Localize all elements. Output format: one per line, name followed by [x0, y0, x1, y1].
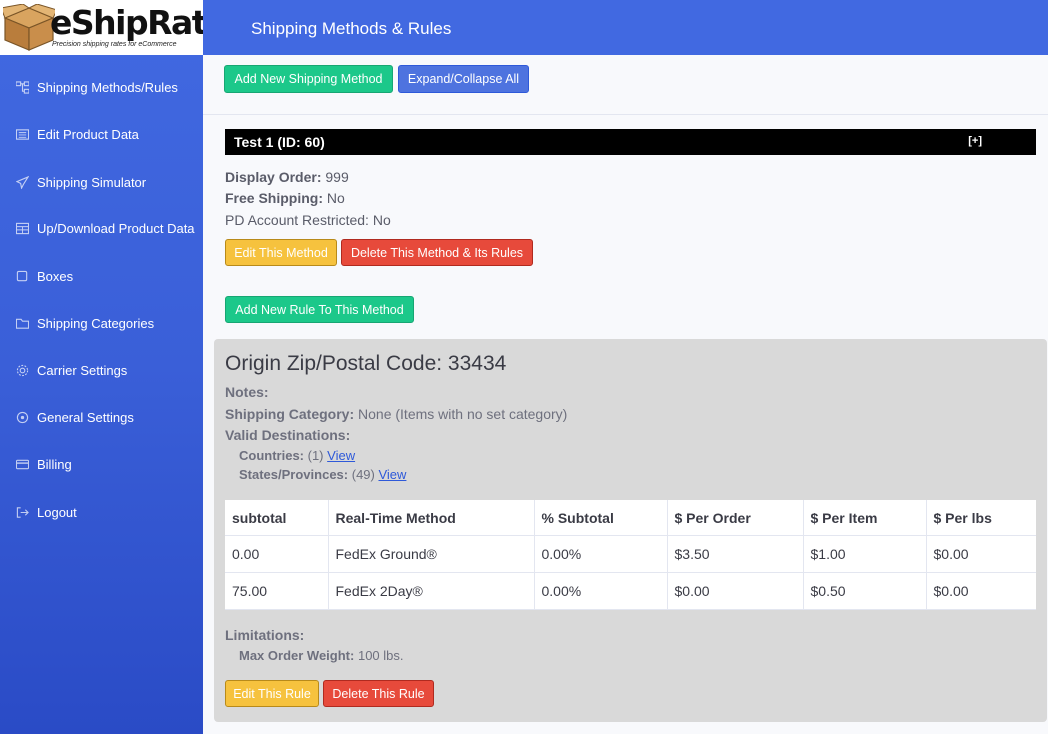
column-header: % Subtotal	[534, 500, 668, 536]
add-shipping-method-button[interactable]: Add New Shipping Method	[224, 65, 393, 93]
expand-toggle[interactable]: [+]	[968, 135, 982, 147]
table-header-row: subtotal Real-Time Method % Subtotal $ P…	[225, 500, 1036, 536]
add-rule-button[interactable]: Add New Rule To This Method	[225, 296, 414, 323]
origin-zip: Origin Zip/Postal Code: 33434	[225, 352, 507, 375]
sidebar-item-label: Logout	[37, 504, 77, 520]
column-header: subtotal	[225, 500, 329, 536]
max-weight-value: 100 lbs.	[357, 648, 404, 663]
table-cell: $0.00	[926, 572, 1036, 610]
table-icon	[15, 221, 29, 235]
list-icon	[15, 127, 29, 141]
gear-icon	[15, 363, 29, 377]
max-order-weight: Max Order Weight: 100 lbs.	[239, 648, 404, 663]
max-weight-label: Max Order Weight:	[239, 648, 355, 663]
valid-destinations-label: Valid Destinations:	[225, 427, 351, 443]
table-row: 75.00 FedEx 2Day® 0.00% $0.00 $0.50 $0.0…	[225, 572, 1036, 610]
edit-rule-button[interactable]: Edit This Rule	[225, 680, 319, 707]
sidebar-item-carrier-settings[interactable]: Carrier Settings	[0, 358, 203, 382]
sidebar-item-label: Edit Product Data	[37, 126, 139, 142]
shipping-category-label: Shipping Category:	[225, 406, 355, 422]
column-header: Real-Time Method	[328, 500, 535, 536]
expand-collapse-button[interactable]: Expand/Collapse All	[398, 65, 529, 93]
sidebar-item-edit-product-data[interactable]: Edit Product Data	[0, 122, 203, 146]
sidebar-item-shipping-categories[interactable]: Shipping Categories	[0, 311, 203, 335]
brand-tagline: Precision shipping rates for eCommerce	[52, 41, 177, 48]
pd-account-restricted: PD Account Restricted: No	[225, 212, 391, 228]
display-order-label: Display Order:	[225, 169, 322, 185]
states-label: States/Provinces:	[239, 467, 349, 482]
states-line: States/Provinces: (49) View	[239, 467, 406, 482]
sidebar-item-logout[interactable]: Logout	[0, 500, 203, 524]
table-cell: 0.00	[225, 535, 329, 573]
credit-card-icon	[15, 457, 29, 471]
sidebar-item-label: General Settings	[37, 409, 134, 425]
sidebar-item-boxes[interactable]: Boxes	[0, 264, 203, 288]
shipping-category-value: None (Items with no set category)	[358, 406, 568, 422]
states-view-link[interactable]: View	[378, 467, 406, 482]
table-row: 0.00 FedEx Ground® 0.00% $3.50 $1.00 $0.…	[225, 535, 1036, 573]
free-shipping-label: Free Shipping:	[225, 190, 323, 206]
countries-label: Countries:	[239, 448, 304, 463]
method-header[interactable]: Test 1 (ID: 60) [+]	[225, 129, 1036, 155]
notes-label-text: Notes:	[225, 384, 269, 400]
countries-view-link[interactable]: View	[327, 448, 355, 463]
rates-table: subtotal Real-Time Method % Subtotal $ P…	[225, 500, 1036, 610]
box-logo-icon	[3, 4, 55, 51]
free-shipping-value: No	[326, 190, 345, 206]
limitations: Limitations:	[225, 627, 304, 643]
sidebar-item-up-download[interactable]: Up/Download Product Data	[0, 216, 203, 240]
column-header: $ Per Order	[667, 500, 804, 536]
top-bar: Shipping Methods & Rules	[203, 0, 1048, 55]
square-icon	[15, 269, 29, 283]
page-title: Shipping Methods & Rules	[251, 19, 452, 38]
column-header: $ Per lbs	[926, 500, 1036, 536]
method-title: Test 1 (ID: 60)	[234, 134, 325, 150]
notes-label: Notes:	[225, 384, 269, 400]
free-shipping: Free Shipping: No	[225, 190, 345, 206]
valid-destinations: Valid Destinations:	[225, 427, 350, 443]
sidebar-item-label: Shipping Methods/Rules	[37, 79, 178, 95]
table-cell: $0.00	[926, 535, 1036, 573]
sidebar-item-label: Shipping Simulator	[37, 174, 147, 190]
brand-logo[interactable]: eShipRate Precision shipping rates for e…	[0, 0, 228, 55]
table-cell: 0.00%	[534, 572, 668, 610]
sidebar-item-billing[interactable]: Billing	[0, 452, 203, 476]
limitations-label: Limitations:	[225, 627, 305, 643]
sidebar-item-general-settings[interactable]: General Settings	[0, 405, 203, 429]
countries-line: Countries: (1) View	[239, 448, 355, 463]
column-header: $ Per Item	[803, 500, 927, 536]
sidebar-item-shipping-simulator[interactable]: Shipping Simulator	[0, 170, 203, 194]
delete-method-button[interactable]: Delete This Method & Its Rules	[341, 239, 533, 266]
table-cell: $1.00	[803, 535, 927, 573]
divider	[203, 114, 1048, 115]
sidebar-item-label: Shipping Categories	[37, 315, 155, 331]
sidebar: eShipRate Precision shipping rates for e…	[0, 0, 228, 734]
display-order-value: 999	[325, 169, 349, 185]
edit-method-button[interactable]: Edit This Method	[225, 239, 337, 266]
countries-count: (1)	[307, 448, 324, 463]
shipping-category: Shipping Category: None (Items with no s…	[225, 406, 567, 422]
brand-name: eShipRate	[50, 3, 228, 42]
table-cell: $0.00	[667, 572, 804, 610]
sign-out-icon	[15, 505, 29, 519]
delete-rule-button[interactable]: Delete This Rule	[323, 680, 434, 707]
folder-icon	[15, 316, 29, 330]
sidebar-item-shipping-methods[interactable]: Shipping Methods/Rules	[0, 75, 203, 99]
sidebar-item-label: Billing	[37, 456, 72, 472]
table-cell: FedEx Ground®	[328, 535, 535, 573]
sitemap-icon	[15, 80, 29, 94]
sidebar-item-label: Carrier Settings	[37, 362, 128, 378]
paper-plane-icon	[15, 175, 29, 189]
table-cell: $0.50	[803, 572, 927, 610]
table-cell: $3.50	[667, 535, 804, 573]
sidebar-item-label: Up/Download Product Data	[37, 220, 195, 236]
table-cell: 75.00	[225, 572, 329, 610]
states-count: (49)	[351, 467, 375, 482]
table-cell: 0.00%	[534, 535, 668, 573]
cog-icon	[15, 410, 29, 424]
table-cell: FedEx 2Day®	[328, 572, 535, 610]
sidebar-item-label: Boxes	[37, 268, 74, 284]
display-order: Display Order: 999	[225, 169, 349, 185]
